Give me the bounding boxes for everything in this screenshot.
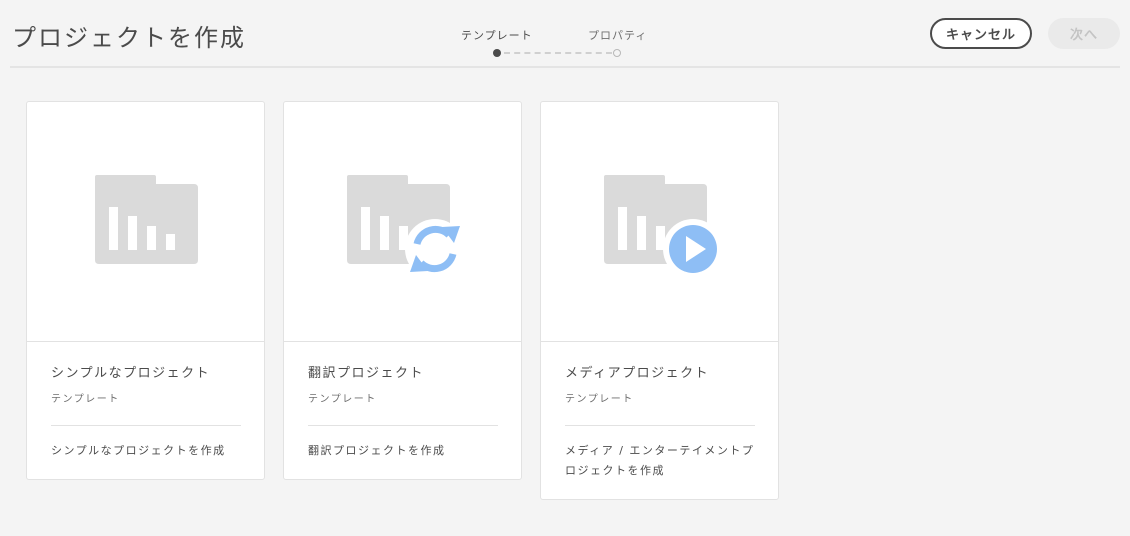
card-thumbnail xyxy=(541,102,778,342)
card-title: シンプルなプロジェクト xyxy=(51,366,211,381)
card-thumbnail xyxy=(27,102,264,342)
card-subtitle: テンプレート xyxy=(51,394,120,405)
card-title: 翻訳プロジェクト xyxy=(308,366,425,381)
card-title: メディアプロジェクト xyxy=(565,366,710,381)
card-subtitle: テンプレート xyxy=(565,394,634,405)
card-description: シンプルなプロジェクトを作成 xyxy=(51,444,226,457)
wizard-step-inactive-dot xyxy=(613,49,621,57)
wizard-step-connector xyxy=(504,52,612,54)
wizard-step-active-dot xyxy=(493,49,501,57)
folder-chart-play-icon xyxy=(604,175,723,279)
cancel-button[interactable]: キャンセル xyxy=(930,18,1032,49)
folder-chart-sync-icon xyxy=(347,175,465,279)
card-subtitle: テンプレート xyxy=(308,394,377,405)
wizard-step-properties[interactable]: プロパティ xyxy=(588,27,647,43)
wizard-steps: テンプレート プロパティ xyxy=(440,24,680,64)
card-divider xyxy=(51,425,241,426)
page-title: プロジェクトを作成 xyxy=(12,24,246,52)
wizard-step-template[interactable]: テンプレート xyxy=(461,27,533,43)
template-card-simple[interactable]: シンプルなプロジェクト テンプレート シンプルなプロジェクトを作成 xyxy=(26,101,265,480)
header-divider xyxy=(10,66,1120,68)
header: プロジェクトを作成 テンプレート プロパティ キャンセル 次へ xyxy=(0,0,1130,68)
card-divider xyxy=(308,425,498,426)
next-button[interactable]: 次へ xyxy=(1048,18,1120,49)
card-description: 翻訳プロジェクトを作成 xyxy=(308,444,446,457)
folder-chart-icon xyxy=(95,175,198,264)
template-card-media[interactable]: メディアプロジェクト テンプレート メディア / エンターテイメントプロジェクト… xyxy=(540,101,779,500)
card-thumbnail xyxy=(284,102,521,342)
card-divider xyxy=(565,425,755,426)
card-description: メディア / エンターテイメントプロジェクトを作成 xyxy=(565,444,755,477)
template-card-translation[interactable]: 翻訳プロジェクト テンプレート 翻訳プロジェクトを作成 xyxy=(283,101,522,480)
